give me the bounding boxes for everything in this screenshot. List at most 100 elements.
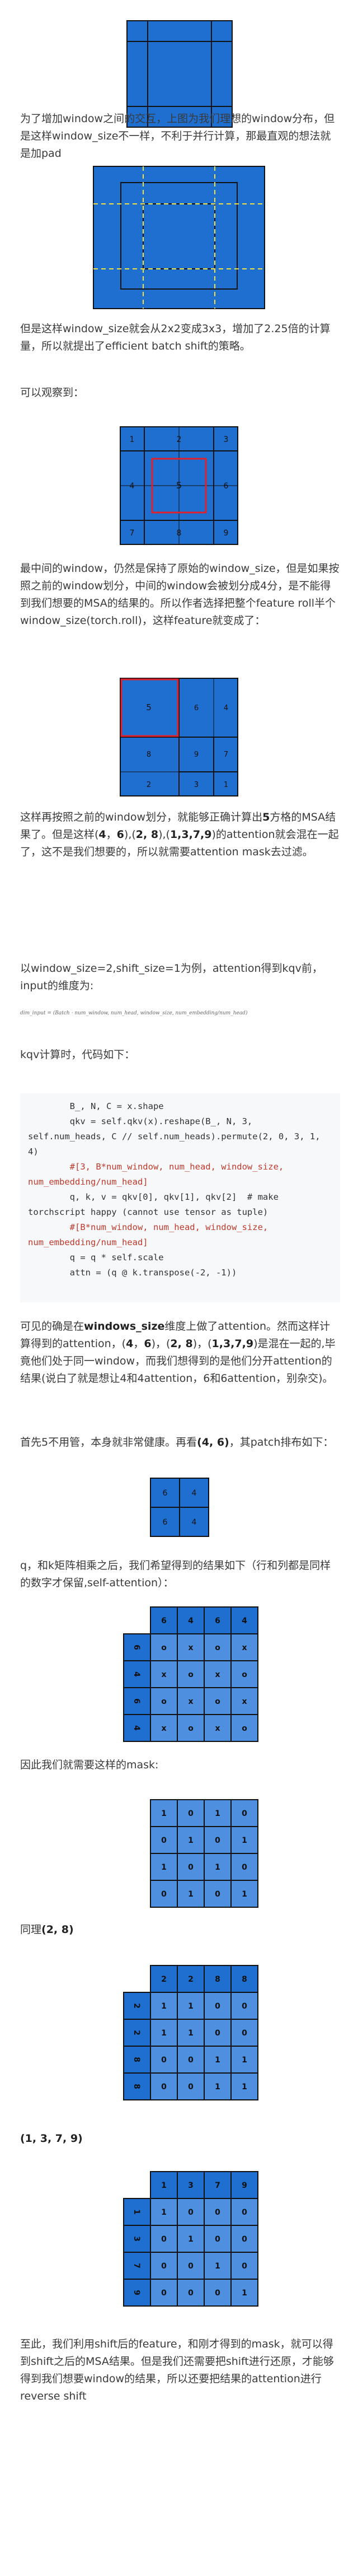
matrix-text: 0 — [188, 2083, 194, 2091]
paragraph-need-mask: 因此我们就需要这样的mask: — [20, 1759, 159, 1771]
window-label: 5 — [176, 480, 182, 491]
matrix-text: 0 — [215, 2029, 220, 2038]
matrix-text: o — [242, 1670, 247, 1679]
window-label: 1 — [130, 435, 135, 444]
matrix-text: o — [215, 1643, 220, 1652]
paragraph-padding: 但是这样window_size就会从2x2变成3x3，增加了2.25倍的计算量，… — [20, 323, 331, 352]
matrix-text: 1 — [242, 1890, 247, 1899]
row-header-text: 7 — [132, 2263, 141, 2268]
matrix-text: 0 — [242, 2208, 247, 2217]
matrix-text: 0 — [215, 2235, 220, 2244]
matrix-text: 1 — [188, 2002, 194, 2011]
patch-label: 4 — [192, 1518, 197, 1527]
window-label: 9 — [224, 529, 229, 538]
text-span: 首先5不用管，本身就非常健康。再看 — [20, 1436, 197, 1448]
matrix-text: 0 — [161, 2235, 167, 2244]
matrix-text: x — [161, 1670, 166, 1679]
col-header-text: 8 — [242, 1975, 247, 1984]
code-block: B_, N, C = x.shape qkv = self.qkv(x).res… — [20, 1093, 340, 1302]
matrix-text: 0 — [161, 2083, 167, 2091]
window-label: 6 — [224, 482, 229, 491]
matrix-text: 0 — [215, 1890, 220, 1899]
paragraph-attention-mixed: 可见的确是在windows_size维度上做了attention。然而这样计算得… — [20, 1318, 340, 1387]
matrix-text: o — [215, 1697, 220, 1706]
bold-term: windows_size — [84, 1320, 165, 1333]
col-header-text: 3 — [188, 2181, 194, 2190]
matrix-text: 1 — [161, 2029, 167, 2038]
col-header-text: 2 — [188, 1975, 194, 1984]
text-span: )，( — [192, 1338, 212, 1350]
figure-padded-window — [93, 166, 265, 309]
row-header-text: 9 — [132, 2290, 141, 2295]
matrix-text: 0 — [188, 2262, 194, 2271]
matrix-text: 0 — [242, 1809, 247, 1818]
matrix-text: 1 — [161, 1863, 167, 1872]
row-header-text: 4 — [132, 1725, 141, 1731]
matrix-text: 0 — [161, 1890, 167, 1899]
paragraph-46-intro: 首先5不用管，本身就非常健康。再看(4, 6)，其patch排布如下： — [20, 1434, 340, 1451]
mask-matrix-46: 1 0 1 0 0 1 0 1 1 0 1 0 0 1 0 1 — [150, 1799, 258, 1910]
attention-matrix-46: 6 4 6 4 6 4 6 4 o x o x x o x o o x o x x o x o — [123, 1606, 258, 1744]
rolled-window-label: 8 — [147, 751, 151, 759]
code-comment: #[3, B*num_window, num_head, window_size… — [28, 1162, 289, 1187]
col-header-text: 7 — [215, 2181, 220, 2190]
text-span: ， — [133, 1338, 144, 1350]
col-header-text: 4 — [242, 1617, 247, 1625]
matrix-text: x — [242, 1643, 247, 1652]
row-header-text: 3 — [132, 2236, 141, 2242]
mask-matrix-28: 2 2 8 8 2 2 8 8 1 1 0 0 1 1 0 0 0 0 1 1 0 0 1 1 — [123, 1965, 258, 2103]
matrix-text: 1 — [188, 2029, 194, 2038]
matrix-text: 1 — [161, 2208, 167, 2217]
matrix-text: 1 — [215, 2262, 220, 2271]
matrix-text: 0 — [242, 2262, 247, 2271]
bold-number: 2, 8 — [170, 1338, 193, 1350]
paragraph-observe: 可以观察到： — [20, 386, 84, 399]
matrix-text: x — [215, 1724, 220, 1733]
bold-number: 4 — [126, 1338, 134, 1350]
row-header-text: 6 — [132, 1698, 141, 1704]
matrix-text: 1 — [161, 1809, 167, 1818]
col-header-text: 2 — [161, 1975, 167, 1984]
window-label: 3 — [224, 435, 229, 444]
bold-number: 6 — [116, 828, 124, 841]
bold-number: 6 — [144, 1338, 152, 1350]
row-header-text: 4 — [132, 1671, 141, 1677]
matrix-text: o — [188, 1724, 194, 1733]
article-page: 为了增加window之间的交互，上图为我们理想的window分布，但是这样win… — [0, 0, 358, 2576]
rolled-window-label: 3 — [194, 781, 199, 789]
matrix-text: 0 — [242, 1863, 247, 1872]
bold-number: 4 — [98, 828, 106, 841]
matrix-text: 1 — [188, 2235, 194, 2244]
window-label: 8 — [177, 529, 182, 538]
rolled-window-label: 4 — [224, 704, 228, 712]
patch-label: 6 — [163, 1518, 168, 1527]
patch-label: 6 — [163, 1489, 168, 1498]
formula-input-dim: dim_input = (Batch · num_window, num_hea… — [20, 1010, 248, 1016]
matrix-svg: 1 0 1 0 0 1 0 1 1 0 1 0 0 1 0 1 — [150, 1799, 258, 1908]
row-header-text: 1 — [132, 2209, 141, 2215]
mask-matrix-1379: 1 3 7 9 1 3 7 9 1 0 0 0 0 1 0 0 0 0 1 0 0 0 0 1 — [123, 2171, 258, 2309]
matrix-text: 0 — [188, 2208, 194, 2217]
text-span: ，其patch排布如下： — [229, 1436, 334, 1448]
matrix-text: 0 — [161, 2289, 167, 2298]
matrix-text: 0 — [188, 1863, 194, 1872]
row-header-text: 6 — [132, 1645, 141, 1650]
row-header-text: 8 — [132, 2057, 141, 2062]
matrix-text: 1 — [242, 2083, 247, 2091]
row-header-text: 2 — [132, 2003, 141, 2009]
col-header-text: 6 — [215, 1617, 220, 1625]
col-header-text: 8 — [215, 1975, 220, 1984]
matrix-text: 0 — [215, 2208, 220, 2217]
window-label: 7 — [130, 529, 135, 538]
window-label: 4 — [130, 482, 135, 491]
matrix-text: 1 — [242, 1836, 247, 1845]
rolled-window-label: 2 — [147, 781, 151, 789]
window-label: 2 — [177, 435, 182, 444]
matrix-text: x — [161, 1724, 166, 1733]
bold-number: 1,3,7,9 — [211, 1338, 254, 1350]
matrix-text: 0 — [161, 2056, 167, 2065]
matrix-text: x — [188, 1643, 193, 1652]
paragraph-kqv-code: kqv计算时，代码如下： — [20, 1049, 135, 1061]
matrix-text: 1 — [242, 2056, 247, 2065]
paragraph-28-heading: 同理(2, 8) — [20, 1921, 340, 1939]
